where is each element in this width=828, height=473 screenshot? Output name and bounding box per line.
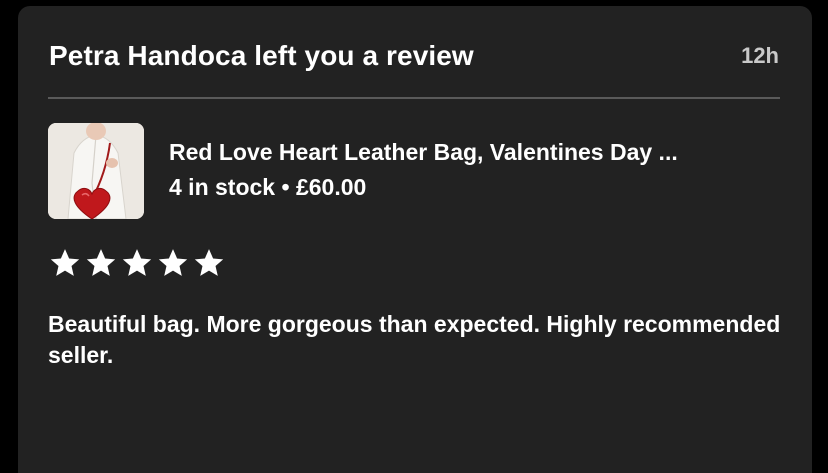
product-photo-icon <box>48 123 144 219</box>
product-row[interactable]: Red Love Heart Leather Bag, Valentines D… <box>48 123 780 219</box>
divider <box>48 97 780 99</box>
star-icon <box>122 249 152 276</box>
product-thumbnail[interactable] <box>48 123 144 219</box>
notification-time: 12h <box>741 43 779 68</box>
product-meta: 4 in stock • £60.00 <box>169 174 780 201</box>
meta-separator: • <box>281 174 290 200</box>
notification-header: Petra Handoca left you a review 12h <box>49 36 779 76</box>
star-icon <box>194 249 224 276</box>
star-rating <box>48 246 226 280</box>
product-title[interactable]: Red Love Heart Leather Bag, Valentines D… <box>169 139 780 166</box>
product-price: £60.00 <box>295 174 367 200</box>
notification-title: Petra Handoca left you a review <box>49 40 474 71</box>
product-stock: 4 in stock <box>169 174 276 200</box>
star-icon <box>158 249 188 276</box>
review-notification-card[interactable]: Petra Handoca left you a review 12h Red … <box>18 6 812 473</box>
star-icon <box>86 249 116 276</box>
star-icon <box>50 249 80 276</box>
review-text: Beautiful bag. More gorgeous than expect… <box>48 311 781 368</box>
product-info: Red Love Heart Leather Bag, Valentines D… <box>169 139 780 201</box>
